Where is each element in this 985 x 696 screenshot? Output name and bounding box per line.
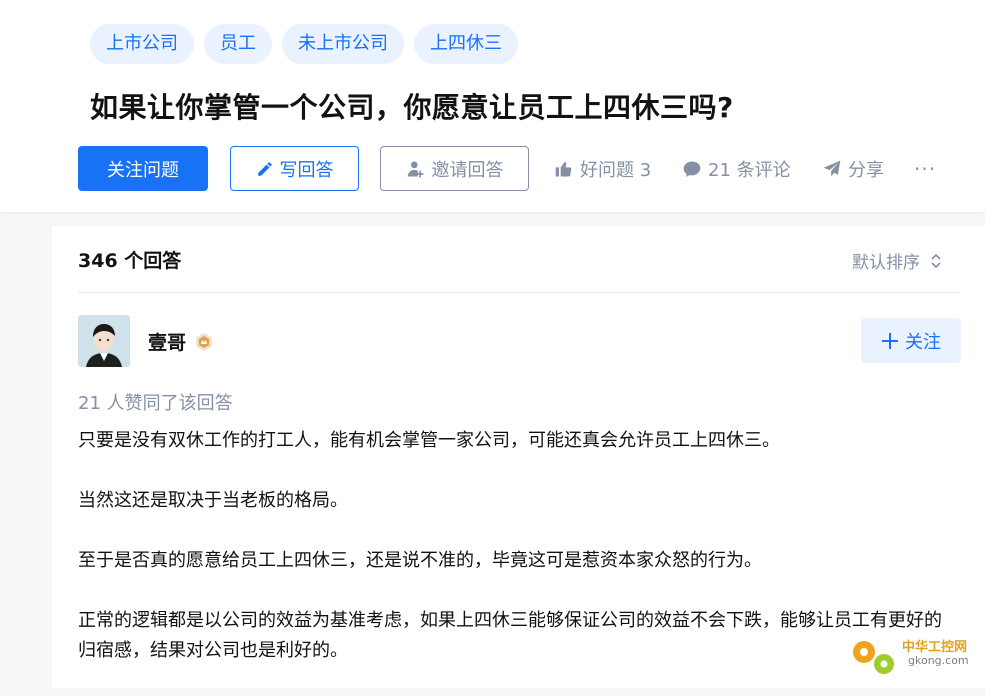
plus-icon <box>882 332 898 349</box>
answers-panel: 346 个回答 默认排序 壹哥 关注 21 人赞同了该回答 只要是没有双休工作的… <box>52 226 985 688</box>
topic-tag[interactable]: 上市公司 <box>90 24 194 64</box>
topic-tag[interactable]: 员工 <box>204 24 272 64</box>
watermark-domain: gkong.com <box>908 654 969 667</box>
answer-paragraph: 当然这还是取决于当老板的格局。 <box>78 490 348 511</box>
divider <box>78 292 960 293</box>
good-question-button[interactable]: 好问题 3 <box>554 146 651 191</box>
follow-question-label: 关注问题 <box>107 159 179 181</box>
avatar[interactable] <box>78 315 130 367</box>
answer-paragraph: 正常的逻辑都是以公司的效益为基准考虑，如果上四休三能够保证公司的效益不会下跌，能… <box>78 610 942 661</box>
watermark-logo: 中华工控网 gkong.com <box>848 630 978 684</box>
topic-tag[interactable]: 未上市公司 <box>282 24 404 64</box>
pencil-icon <box>257 161 272 176</box>
topic-tag[interactable]: 上四休三 <box>414 24 518 64</box>
write-answer-button[interactable]: 写回答 <box>230 146 359 191</box>
topic-tags: 上市公司 员工 未上市公司 上四休三 <box>90 24 518 64</box>
thumb-up-icon <box>555 161 572 176</box>
sort-label: 默认排序 <box>852 253 920 273</box>
invite-answer-button[interactable]: 邀请回答 <box>380 146 529 191</box>
vote-summary: 21 人赞同了该回答 <box>78 393 233 414</box>
sort-dropdown[interactable]: 默认排序 <box>852 248 942 273</box>
author-info: 壹哥 <box>148 328 214 355</box>
share-button[interactable]: 分享 <box>822 146 884 191</box>
share-icon <box>823 160 841 176</box>
good-question-label: 好问题 3 <box>580 159 652 181</box>
comments-button[interactable]: 21 条评论 <box>682 146 791 191</box>
author-name[interactable]: 壹哥 <box>148 328 186 355</box>
answer-content: 只要是没有双休工作的打工人，能有机会掌管一家公司，可能还真会允许员工上四休三。 … <box>78 426 958 696</box>
more-button[interactable]: ··· <box>914 146 936 191</box>
follow-user-label: 关注 <box>905 331 941 353</box>
comments-label: 21 条评论 <box>708 159 791 181</box>
question-actions: 关注问题 写回答 邀请回答 好问题 3 21 条评论 分享 ··· <box>78 146 958 191</box>
answer-paragraph: 至于是否真的愿意给员工上四休三，还是说不准的，毕竟这可是惹资本家众怒的行为。 <box>78 550 762 571</box>
badge-icon <box>196 332 212 351</box>
invite-user-icon <box>407 161 423 177</box>
follow-user-button[interactable]: 关注 <box>861 318 961 363</box>
invite-answer-label: 邀请回答 <box>431 159 504 181</box>
answer-count: 346 个回答 <box>78 250 182 272</box>
comment-icon <box>683 161 701 177</box>
question-header: 上市公司 员工 未上市公司 上四休三 如果让你掌管一个公司，你愿意让员工上四休三… <box>0 0 985 212</box>
watermark-text: 中华工控网 <box>902 640 968 655</box>
sort-icon <box>931 253 941 268</box>
question-title: 如果让你掌管一个公司，你愿意让员工上四休三吗? <box>90 91 734 124</box>
write-answer-label: 写回答 <box>279 159 334 181</box>
follow-question-button[interactable]: 关注问题 <box>78 146 208 191</box>
share-label: 分享 <box>848 159 884 181</box>
answer-paragraph: 只要是没有双休工作的打工人，能有机会掌管一家公司，可能还真会允许员工上四休三。 <box>78 430 780 451</box>
